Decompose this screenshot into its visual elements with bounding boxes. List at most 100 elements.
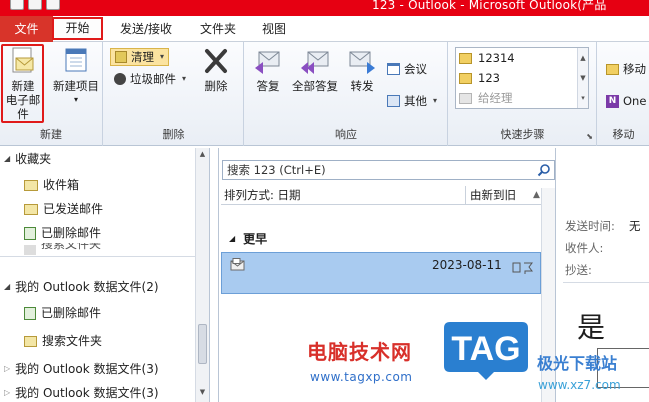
quick-step-label: 123: [478, 71, 500, 85]
nav-sent[interactable]: 已发送邮件: [24, 198, 103, 220]
group-header-earlier[interactable]: ◢ 更早: [229, 230, 267, 247]
chevron-up-icon[interactable]: ▲: [578, 48, 588, 68]
save-icon[interactable]: [10, 0, 24, 10]
scroll-down-icon[interactable]: ▼: [196, 388, 209, 396]
sort-by-label[interactable]: 排列方式: 日期: [224, 186, 301, 205]
quick-step-item[interactable]: 12314: [459, 49, 515, 67]
reply-button[interactable]: 答复: [249, 46, 287, 93]
forward-button[interactable]: 转发: [343, 46, 381, 93]
nav-sent-label: 已发送邮件: [43, 202, 104, 216]
new-items-icon: [65, 48, 87, 72]
nav-datafile-2[interactable]: ◢ 我的 Outlook 数据文件(2): [4, 276, 159, 298]
new-email-highlight: [1, 44, 44, 123]
chevron-down-icon: ▾: [73, 95, 78, 104]
clean-up-button[interactable]: 清理 ▾: [110, 48, 170, 66]
nav-datafile-3b-label: 我的 Outlook 数据文件(3): [15, 386, 159, 400]
calendar-icon: [387, 63, 400, 75]
nav-search-folders-partial[interactable]: 搜索文件夹: [24, 243, 101, 257]
nav-datafile-2-deleted-label: 已删除邮件: [41, 306, 102, 320]
nav-scrollbar[interactable]: ▲ ▼: [195, 148, 209, 402]
chevron-down-icon: ▾: [182, 74, 187, 83]
group-move: 移动 N One 移动: [598, 42, 649, 146]
search-folder-icon: [24, 245, 36, 255]
search-icon[interactable]: [537, 163, 551, 177]
nav-datafile-2-deleted[interactable]: 已删除邮件: [24, 302, 101, 324]
chevron-down-icon: ▾: [160, 52, 165, 61]
delete-label: 删除: [204, 79, 228, 93]
sent-icon: [24, 203, 38, 215]
quick-step-item[interactable]: 123: [459, 69, 500, 87]
recycle-bin-icon: [24, 306, 36, 320]
nav-inbox[interactable]: 收件箱: [24, 174, 79, 196]
chevron-down-icon: ▾: [433, 96, 438, 105]
tab-folder[interactable]: 文件夹: [190, 19, 246, 40]
reply-all-button[interactable]: 全部答复: [289, 46, 341, 93]
nav-cutoff-label: 搜索文件夹: [41, 243, 102, 251]
navigation-pane: ◢ 收藏夹 收件箱 已发送邮件 已删除邮件 搜索文件夹 ◢ 我的 Outlook…: [0, 148, 210, 402]
onenote-button[interactable]: N One: [606, 92, 646, 110]
nav-datafile-3b[interactable]: ▷ 我的 Outlook 数据文件(3): [4, 382, 159, 402]
folder-icon: [459, 72, 472, 84]
sent-time-value: 无: [629, 219, 641, 233]
reading-separator: [563, 282, 649, 283]
more-icon: [387, 95, 400, 107]
message-date: 2023-08-11: [432, 258, 502, 272]
onenote-icon: N: [606, 94, 619, 108]
meeting-label: 会议: [404, 62, 427, 76]
dialog-launcher-icon[interactable]: ⬊: [586, 132, 593, 141]
new-items-button[interactable]: 新建项目 ▾: [50, 46, 102, 107]
undo-icon[interactable]: [46, 0, 60, 10]
ribbon-tabs: 文件 开始 发送/接收 文件夹 视图: [0, 16, 649, 42]
scroll-up-icon[interactable]: ▲: [196, 150, 209, 158]
forward-to-manager-icon: [459, 92, 472, 104]
delete-icon: [205, 49, 227, 73]
nav-deleted[interactable]: 已删除邮件: [24, 222, 101, 244]
search-folder-icon: [24, 335, 37, 347]
send-receive-icon[interactable]: [28, 0, 42, 10]
body-text: 是: [577, 311, 606, 344]
nav-scroll-thumb[interactable]: [198, 324, 207, 364]
nav-separator: [0, 256, 196, 257]
move-label: 移动: [623, 62, 646, 76]
delete-button[interactable]: 删除: [196, 46, 236, 93]
more-button[interactable]: 其他 ▾: [387, 92, 437, 110]
group-label-quick-steps: 快速步骤: [500, 128, 545, 141]
tab-home[interactable]: 开始: [52, 17, 103, 40]
recycle-bin-icon: [24, 226, 36, 240]
chevron-down-icon[interactable]: ▼: [578, 68, 588, 88]
sort-bar[interactable]: 排列方式: 日期 由新到旧 ▲: [221, 186, 555, 205]
quick-steps-gallery: 12314 123 给经理 ▲ ▼ ▾: [455, 47, 589, 109]
nav-datafile-3a[interactable]: ▷ 我的 Outlook 数据文件(3): [4, 358, 159, 380]
meeting-button[interactable]: 会议: [387, 60, 427, 78]
tab-file[interactable]: 文件: [0, 16, 53, 42]
move-button[interactable]: 移动: [606, 60, 646, 78]
folder-icon: [459, 52, 472, 64]
more-label: 其他: [404, 94, 427, 108]
onenote-label: One: [623, 94, 647, 108]
nav-datafile-2-label: 我的 Outlook 数据文件(2): [15, 280, 159, 294]
tab-view[interactable]: 视图: [252, 19, 296, 40]
tab-send-receive[interactable]: 发送/接收: [108, 19, 184, 40]
window-title: 123 - Outlook - Microsoft Outlook(产品: [372, 0, 607, 12]
watermark-cn-url: www.xz7.com: [538, 378, 621, 392]
sort-caret-icon[interactable]: ▲: [533, 186, 540, 205]
more-icon[interactable]: ▾: [578, 88, 588, 108]
nav-favorites-label: 收藏夹: [15, 152, 52, 166]
nav-datafile-2-search[interactable]: 搜索文件夹: [24, 330, 102, 352]
quick-step-label: 给经理: [478, 91, 513, 105]
tag-logo-icon: TAG: [444, 322, 528, 380]
quick-step-item[interactable]: 给经理: [459, 89, 513, 107]
collapse-triangle-icon: ◢: [229, 234, 236, 243]
junk-button[interactable]: 垃圾邮件 ▾: [114, 70, 186, 88]
nav-datafile-2-search-label: 搜索文件夹: [42, 334, 103, 348]
nav-favorites[interactable]: ◢ 收藏夹: [4, 148, 51, 170]
search-input[interactable]: 搜索 123 (Ctrl+E): [222, 160, 555, 180]
to-label: 收件人:: [565, 241, 604, 255]
group-new: 新建 电子邮件 新建项目 ▾ 新建: [0, 42, 103, 146]
flag-icon[interactable]: [512, 262, 534, 277]
message-row[interactable]: 2023-08-11: [221, 252, 541, 294]
sort-order-label[interactable]: 由新到旧: [465, 186, 516, 205]
quick-steps-scroll[interactable]: ▲ ▼ ▾: [577, 48, 588, 108]
group-label-delete: 删除: [162, 128, 185, 141]
title-bar: 123 - Outlook - Microsoft Outlook(产品: [0, 0, 649, 16]
